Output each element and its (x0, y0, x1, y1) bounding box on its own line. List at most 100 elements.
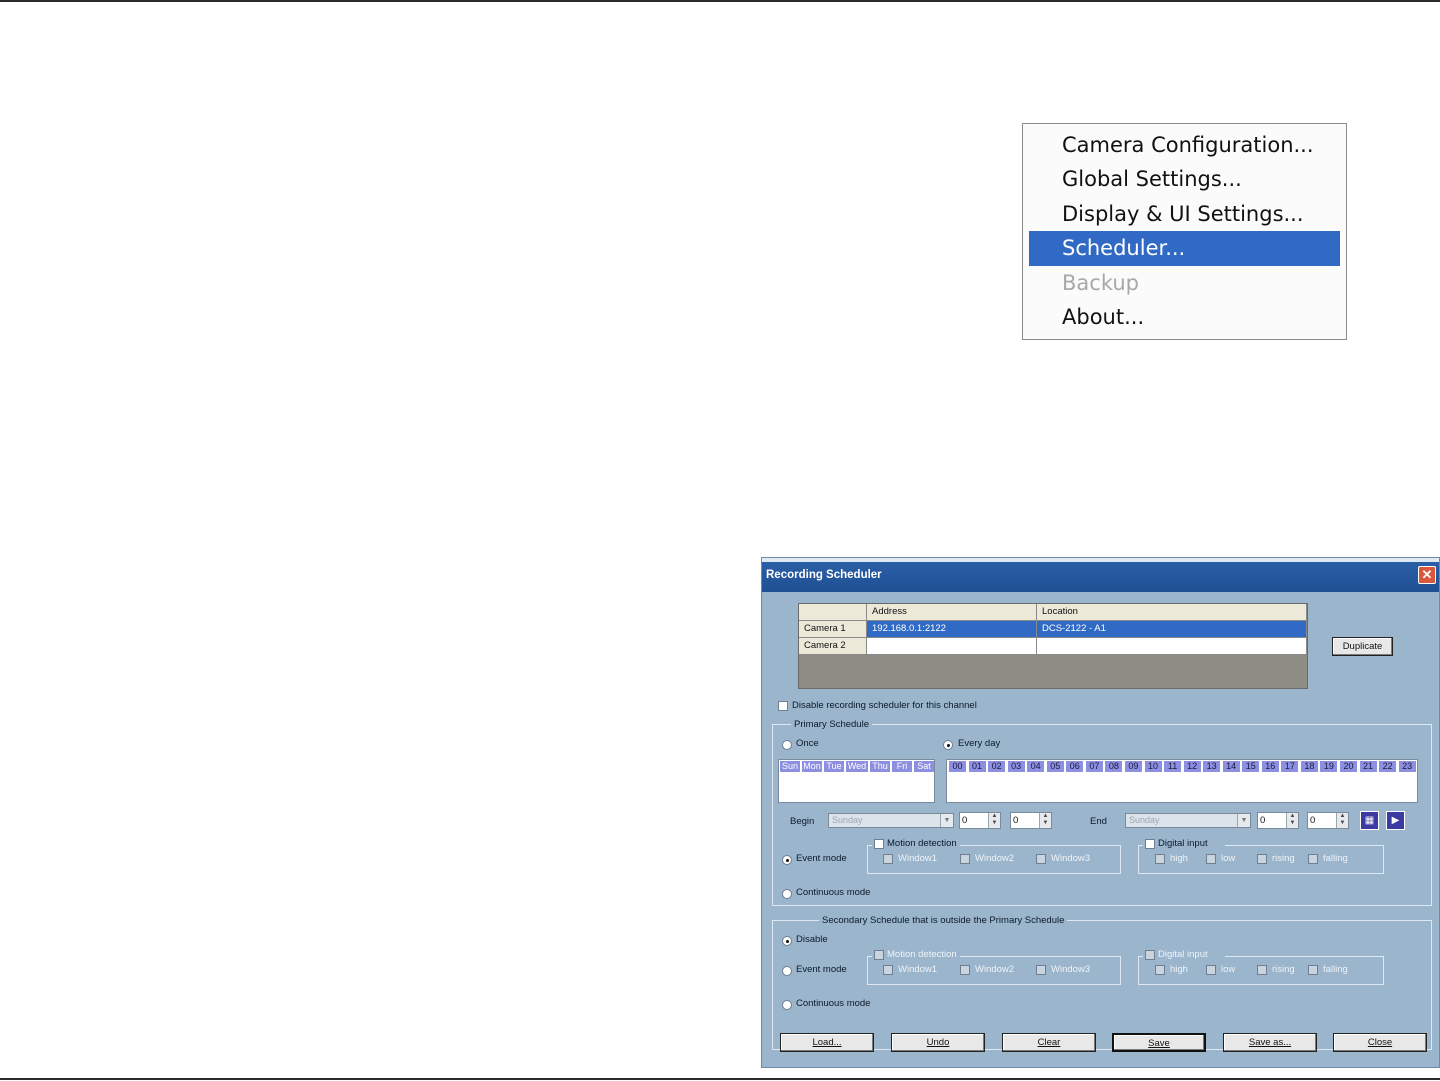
hour-chip[interactable]: 20 (1340, 761, 1357, 772)
save-button[interactable]: Save (1112, 1033, 1206, 1052)
row-header-camera-1[interactable]: Camera 1 (799, 621, 867, 638)
primary-window1-checkbox[interactable] (883, 854, 893, 864)
begin-day-select[interactable]: Sunday ▼ (828, 813, 954, 828)
spin-arrows-icon[interactable]: ▲ ▼ (1336, 813, 1348, 828)
primary-window2-checkbox[interactable] (960, 854, 970, 864)
hour-chip[interactable]: 04 (1027, 761, 1045, 772)
secondary-disable-radio[interactable] (782, 936, 792, 946)
day-chip[interactable]: Sun (780, 761, 800, 772)
add-schedule-icon[interactable]: ▦ (1360, 811, 1379, 830)
disable-channel-checkbox[interactable] (778, 701, 788, 711)
cell-address[interactable]: 192.168.0.1:2122 (867, 621, 1037, 638)
cell-location[interactable]: DCS-2122 - A1 (1037, 621, 1307, 638)
load-button[interactable]: Load... (780, 1033, 874, 1052)
primary-motion-checkbox[interactable] (874, 839, 884, 849)
duplicate-button[interactable]: Duplicate (1332, 637, 1393, 656)
hour-chip[interactable]: 09 (1124, 761, 1142, 772)
end-day-select[interactable]: Sunday ▼ (1125, 813, 1251, 828)
row-header-camera-2[interactable]: Camera 2 (799, 638, 867, 655)
hour-chip[interactable]: 11 (1164, 761, 1182, 772)
primary-digital-checkbox[interactable] (1145, 839, 1155, 849)
hour-chip[interactable]: 06 (1066, 761, 1084, 772)
secondary-digital-checkbox[interactable] (1145, 950, 1155, 960)
secondary-continuous-mode-radio[interactable] (782, 1000, 792, 1010)
hour-chip[interactable]: 02 (988, 761, 1006, 772)
secondary-digital-label: Digital input (1158, 949, 1208, 960)
hour-chip[interactable]: 22 (1379, 761, 1397, 772)
spin-arrows-icon[interactable]: ▲ ▼ (988, 813, 1000, 828)
day-chip[interactable]: Wed (846, 761, 868, 772)
secondary-high-checkbox[interactable] (1155, 965, 1165, 975)
day-chip[interactable]: Sat (914, 761, 934, 772)
secondary-schedule-title: Secondary Schedule that is outside the P… (819, 915, 1068, 926)
spin-arrows-icon[interactable]: ▲ ▼ (1286, 813, 1298, 828)
secondary-event-mode-label: Event mode (796, 964, 847, 975)
secondary-window1-checkbox[interactable] (883, 965, 893, 975)
begin-hour-stepper[interactable]: 0 ▲ ▼ (959, 812, 1001, 829)
chevron-down-icon[interactable]: ▼ (940, 814, 953, 827)
menu-item-camera-configuration[interactable]: Camera Configuration... (1029, 128, 1340, 162)
secondary-low-checkbox[interactable] (1206, 965, 1216, 975)
save-as-button[interactable]: Save as... (1223, 1033, 1317, 1052)
primary-window3-checkbox[interactable] (1036, 854, 1046, 864)
end-minute-stepper[interactable]: 0 ▲ ▼ (1307, 812, 1349, 829)
hour-chip[interactable]: 01 (968, 761, 986, 772)
primary-event-mode-radio[interactable] (782, 855, 792, 865)
cell-location[interactable] (1037, 638, 1307, 655)
primary-high-checkbox[interactable] (1155, 854, 1165, 864)
column-header-location[interactable]: Location (1037, 604, 1307, 621)
hour-chip[interactable]: 13 (1203, 761, 1221, 772)
begin-minute-stepper[interactable]: 0 ▲ ▼ (1010, 812, 1052, 829)
hour-chip[interactable]: 00 (949, 761, 966, 772)
dialog-titlebar[interactable]: Recording Scheduler ✕ (762, 558, 1439, 592)
primary-continuous-mode-radio[interactable] (782, 889, 792, 899)
secondary-rising-checkbox[interactable] (1257, 965, 1267, 975)
undo-button[interactable]: Undo (891, 1033, 985, 1052)
hour-chip[interactable]: 17 (1281, 761, 1299, 772)
secondary-event-mode-radio[interactable] (782, 966, 792, 976)
secondary-window3-checkbox[interactable] (1036, 965, 1046, 975)
hour-chip[interactable]: 07 (1085, 761, 1103, 772)
column-header-address[interactable]: Address (867, 604, 1037, 621)
menu-item-global-settings[interactable]: Global Settings... (1029, 162, 1340, 196)
day-chip[interactable]: Thu (870, 761, 890, 772)
hour-chip[interactable]: 15 (1242, 761, 1260, 772)
hour-chip[interactable]: 10 (1144, 761, 1162, 772)
close-button[interactable]: Close (1333, 1033, 1427, 1052)
once-radio[interactable] (782, 740, 792, 750)
clear-button[interactable]: Clear (1002, 1033, 1096, 1052)
hour-chip[interactable]: 23 (1398, 761, 1416, 772)
secondary-window1-label: Window1 (898, 964, 938, 975)
hour-chip[interactable]: 05 (1046, 761, 1064, 772)
menu-item-display-ui-settings[interactable]: Display & UI Settings... (1029, 197, 1340, 231)
primary-falling-checkbox[interactable] (1308, 854, 1318, 864)
cell-address[interactable] (867, 638, 1037, 655)
hour-chip[interactable]: 16 (1261, 761, 1279, 772)
hour-chip[interactable]: 12 (1183, 761, 1201, 772)
hour-chip[interactable]: 08 (1105, 761, 1123, 772)
secondary-motion-checkbox[interactable] (874, 950, 884, 960)
end-minute-value: 0 (1310, 815, 1316, 826)
menu-item-about[interactable]: About... (1029, 300, 1340, 334)
menu-item-scheduler[interactable]: Scheduler... (1029, 231, 1340, 266)
hour-chip[interactable]: 14 (1222, 761, 1240, 772)
secondary-window2-checkbox[interactable] (960, 965, 970, 975)
chevron-down-icon[interactable]: ▼ (1237, 814, 1250, 827)
day-chip[interactable]: Fri (892, 761, 912, 772)
secondary-falling-checkbox[interactable] (1308, 965, 1318, 975)
primary-low-checkbox[interactable] (1206, 854, 1216, 864)
hour-chip[interactable]: 19 (1320, 761, 1338, 772)
spin-arrows-icon[interactable]: ▲ ▼ (1039, 813, 1051, 828)
hour-chip[interactable]: 18 (1300, 761, 1318, 772)
day-chip[interactable]: Mon (802, 761, 822, 772)
every-day-radio[interactable] (943, 740, 953, 750)
primary-rising-checkbox[interactable] (1257, 854, 1267, 864)
days-panel: Sun Mon Tue Wed Thu Fri Sat (778, 759, 935, 803)
hour-chip[interactable]: 21 (1359, 761, 1377, 772)
primary-low-label: low (1221, 853, 1236, 864)
day-chip[interactable]: Tue (824, 761, 844, 772)
close-icon[interactable]: ✕ (1418, 566, 1436, 584)
remove-schedule-icon[interactable]: ▶ (1386, 811, 1405, 830)
hour-chip[interactable]: 03 (1007, 761, 1025, 772)
end-hour-stepper[interactable]: 0 ▲ ▼ (1257, 812, 1299, 829)
